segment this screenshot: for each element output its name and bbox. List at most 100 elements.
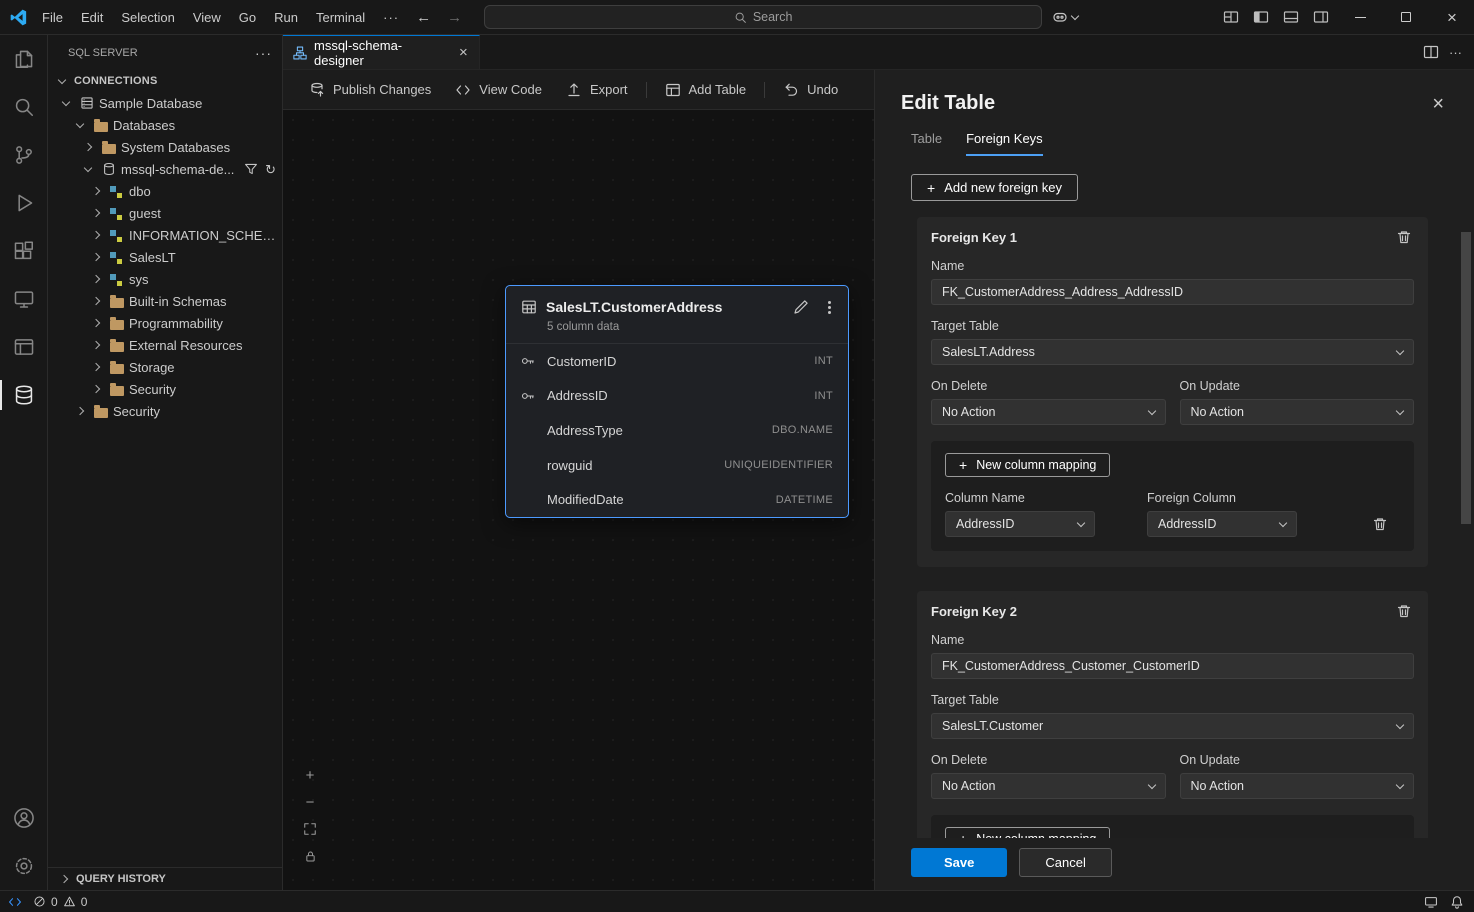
copilot-icon[interactable]: [1052, 9, 1078, 25]
account-icon[interactable]: [0, 794, 48, 842]
tree-item-system-databases[interactable]: System Databases: [48, 136, 282, 158]
toggle-panel-icon[interactable]: [1276, 0, 1306, 35]
customize-layout-icon[interactable]: [1216, 0, 1246, 35]
menu-run[interactable]: Run: [265, 0, 307, 35]
tree-item-mssql-schema-designer-db[interactable]: mssql-schema-de... ↻: [48, 158, 282, 180]
tree-item-guest[interactable]: guest: [48, 202, 282, 224]
folder-icon: [92, 119, 109, 132]
fit-view-button[interactable]: [302, 821, 318, 837]
extensions-icon[interactable]: [0, 227, 48, 275]
menu-view[interactable]: View: [184, 0, 230, 35]
panel-scrollbar[interactable]: [1461, 232, 1471, 524]
tab-close-icon[interactable]: ×: [454, 43, 473, 63]
add-foreign-key-button[interactable]: + Add new foreign key: [911, 174, 1078, 201]
mapping-column-select[interactable]: AddressID: [945, 511, 1095, 537]
delete-foreign-key-icon[interactable]: [1396, 229, 1412, 245]
on-update-select[interactable]: No Action: [1180, 773, 1415, 799]
split-editor-icon[interactable]: [1423, 44, 1439, 60]
tree-item-sys[interactable]: sys: [48, 268, 282, 290]
notifications-bell-icon[interactable]: [1450, 895, 1464, 909]
nav-back-icon[interactable]: ←: [408, 9, 439, 26]
column-row[interactable]: CustomerID INT: [506, 344, 848, 379]
search-input[interactable]: Search: [484, 5, 1042, 29]
section-query-history[interactable]: QUERY HISTORY: [48, 867, 282, 890]
maximize-button[interactable]: [1384, 0, 1428, 35]
search-sidebar-icon[interactable]: [0, 83, 48, 131]
explorer-icon[interactable]: [0, 35, 48, 83]
remote-explorer-icon[interactable]: [0, 275, 48, 323]
tree-item-security[interactable]: Security: [48, 400, 282, 422]
sidebar-more-actions[interactable]: ···: [255, 45, 272, 61]
tree-item-label: External Resources: [129, 338, 242, 353]
export-button[interactable]: Export: [554, 70, 640, 110]
menu-go[interactable]: Go: [230, 0, 265, 35]
mapping-foreign-select[interactable]: AddressID: [1147, 511, 1297, 537]
refresh-icon[interactable]: ↻: [265, 163, 276, 176]
on-delete-select[interactable]: No Action: [931, 773, 1166, 799]
on-delete-select[interactable]: No Action: [931, 399, 1166, 425]
foreign-keys-scroll-area[interactable]: Foreign Key 1 Name Target Table SalesLT.…: [875, 217, 1474, 838]
delete-mapping-icon[interactable]: [1372, 516, 1388, 532]
menu-overflow[interactable]: ···: [374, 0, 408, 35]
toggle-secondary-sidebar-icon[interactable]: [1306, 0, 1336, 35]
new-column-mapping-button[interactable]: + New column mapping: [945, 453, 1110, 477]
fk-name-input[interactable]: [931, 279, 1414, 305]
undo-button[interactable]: Undo: [771, 70, 850, 110]
tree-item-dbo[interactable]: dbo: [48, 180, 282, 202]
close-panel-icon[interactable]: ×: [1432, 94, 1444, 114]
filter-icon[interactable]: [244, 162, 258, 176]
tree-item-storage[interactable]: Storage: [48, 356, 282, 378]
minimize-button[interactable]: [1338, 0, 1382, 35]
remote-window-icon[interactable]: [1424, 895, 1438, 909]
fk-name-input[interactable]: [931, 653, 1414, 679]
editor-more-actions[interactable]: ···: [1449, 45, 1462, 60]
menu-file[interactable]: File: [33, 0, 72, 35]
tab-mssql-schema-designer[interactable]: mssql-schema-designer ×: [283, 35, 480, 69]
menu-selection[interactable]: Selection: [112, 0, 183, 35]
add-table-button[interactable]: Add Table: [653, 70, 759, 110]
column-row[interactable]: ModifiedDate DATETIME: [506, 482, 848, 517]
tree-item-security-schema[interactable]: Security: [48, 378, 282, 400]
table-menu-kebab-icon[interactable]: [823, 301, 836, 314]
delete-foreign-key-icon[interactable]: [1396, 603, 1412, 619]
zoom-out-button[interactable]: −: [302, 794, 318, 810]
target-table-select[interactable]: SalesLT.Customer: [931, 713, 1414, 739]
zoom-in-button[interactable]: +: [302, 767, 318, 783]
cancel-button[interactable]: Cancel: [1019, 848, 1111, 877]
column-row[interactable]: AddressID INT: [506, 379, 848, 414]
toggle-primary-sidebar-icon[interactable]: [1246, 0, 1276, 35]
column-row[interactable]: AddressType DBO.NAME: [506, 413, 848, 448]
close-window-button[interactable]: ×: [1430, 0, 1474, 35]
tree-item-external-resources[interactable]: External Resources: [48, 334, 282, 356]
tree-item-built-in-schemas[interactable]: Built-in Schemas: [48, 290, 282, 312]
section-connections[interactable]: CONNECTIONS: [48, 70, 282, 92]
new-column-mapping-button[interactable]: + New column mapping: [945, 827, 1110, 838]
run-debug-icon[interactable]: [0, 179, 48, 227]
tab-table[interactable]: Table: [911, 131, 942, 156]
edit-table-pencil-icon[interactable]: [788, 299, 814, 315]
problems-status[interactable]: 0 0: [28, 895, 92, 909]
view-code-button[interactable]: View Code: [443, 70, 554, 110]
sql-server-icon[interactable]: [0, 371, 48, 419]
remote-indicator-icon[interactable]: [8, 895, 22, 909]
save-button[interactable]: Save: [911, 848, 1007, 877]
table-node-customeraddress[interactable]: SalesLT.CustomerAddress 5 column data Cu…: [505, 285, 849, 518]
sql-connections-icon[interactable]: [0, 323, 48, 371]
target-table-select[interactable]: SalesLT.Address: [931, 339, 1414, 365]
schema-canvas[interactable]: SalesLT.CustomerAddress 5 column data Cu…: [283, 110, 874, 890]
menu-edit[interactable]: Edit: [72, 0, 112, 35]
tree-item-saleslt[interactable]: SalesLT: [48, 246, 282, 268]
tree-item-sample-database[interactable]: Sample Database: [48, 92, 282, 114]
column-row[interactable]: rowguid UNIQUEIDENTIFIER: [506, 448, 848, 483]
publish-changes-button[interactable]: Publish Changes: [297, 70, 443, 110]
tree-item-databases[interactable]: Databases: [48, 114, 282, 136]
nav-forward-icon[interactable]: →: [439, 9, 470, 26]
source-control-icon[interactable]: [0, 131, 48, 179]
tree-item-programmability[interactable]: Programmability: [48, 312, 282, 334]
menu-terminal[interactable]: Terminal: [307, 0, 374, 35]
tree-item-information-schema[interactable]: INFORMATION_SCHEMA: [48, 224, 282, 246]
lock-button[interactable]: [302, 848, 318, 864]
on-update-select[interactable]: No Action: [1180, 399, 1415, 425]
tab-foreign-keys[interactable]: Foreign Keys: [966, 131, 1043, 156]
settings-gear-icon[interactable]: [0, 842, 48, 890]
